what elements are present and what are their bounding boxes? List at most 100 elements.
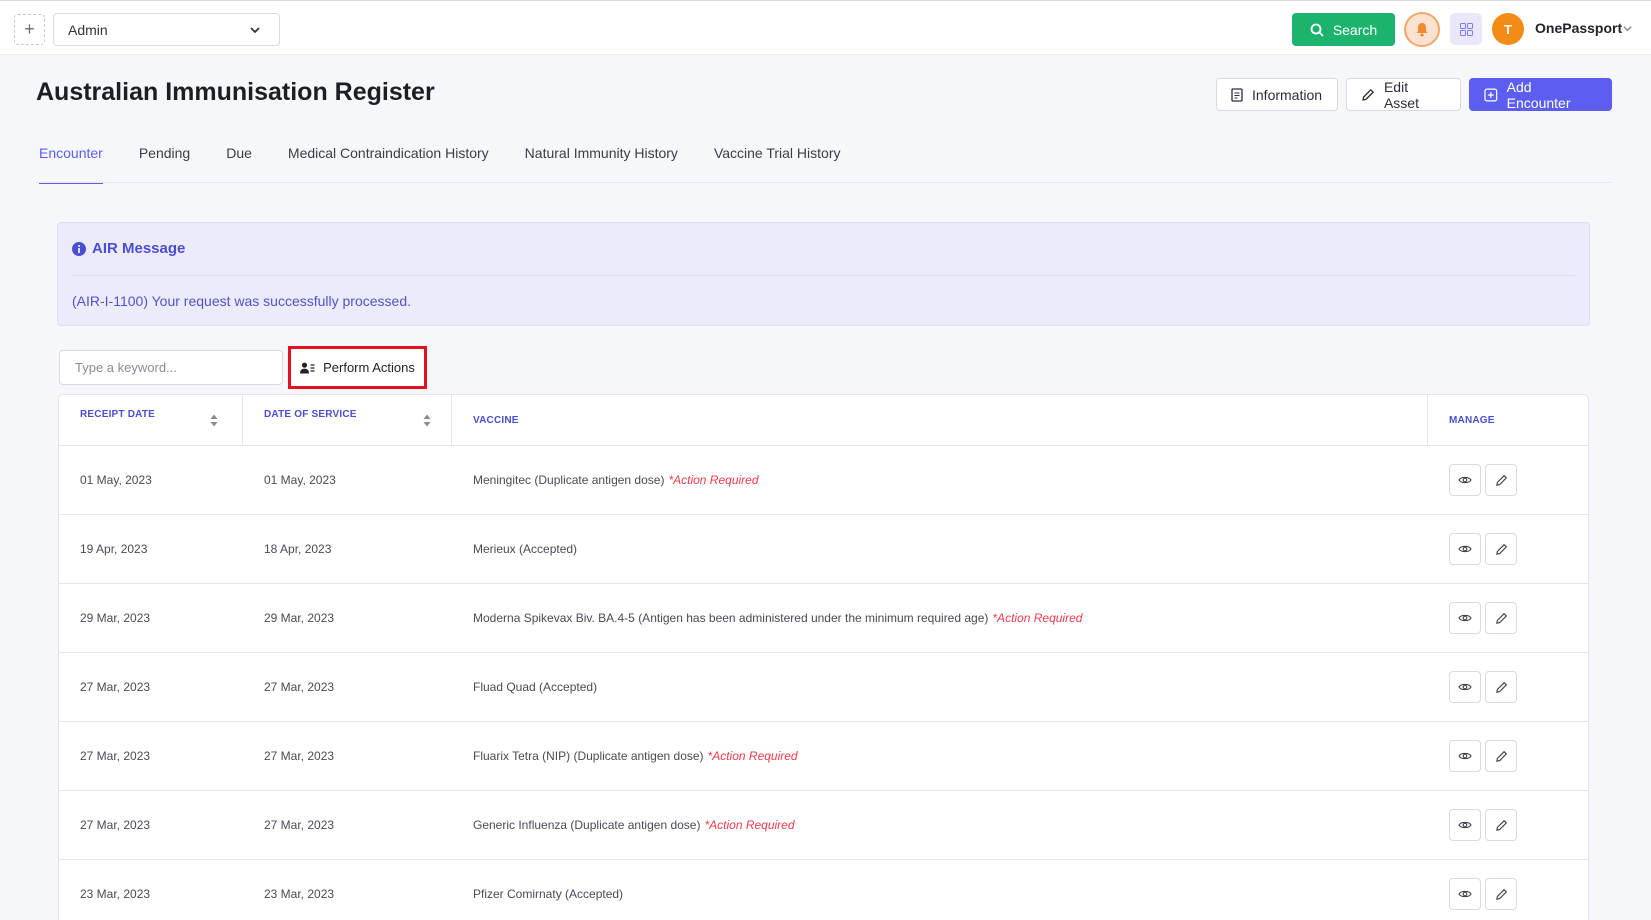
- view-button[interactable]: [1449, 464, 1481, 496]
- eye-icon: [1458, 614, 1472, 622]
- perform-actions-button[interactable]: Perform Actions: [288, 346, 427, 389]
- edit-button[interactable]: [1485, 878, 1517, 910]
- action-required-flag: *Action Required: [707, 749, 798, 763]
- encounter-table: RECEIPT DATE DATE OF SERVICE VACCINE MAN…: [58, 394, 1589, 920]
- table-row: 01 May, 2023 01 May, 2023 Meningitec (Du…: [59, 446, 1588, 515]
- edit-button[interactable]: [1485, 809, 1517, 841]
- edit-asset-button[interactable]: Edit Asset: [1346, 78, 1461, 111]
- column-manage-label: MANAGE: [1449, 415, 1495, 426]
- vaccine-name: Moderna Spikevax Biv. BA.4-5 (Antigen ha…: [473, 611, 989, 625]
- document-icon: [1231, 87, 1243, 102]
- add-square-icon: [1484, 88, 1498, 101]
- edit-asset-button-label: Edit Asset: [1383, 78, 1419, 111]
- pencil-icon: [1495, 474, 1507, 486]
- user-menu[interactable]: OnePassport: [1535, 20, 1622, 36]
- date-of-service-cell: 27 Mar, 2023: [264, 749, 335, 763]
- tab-pending[interactable]: Pending: [139, 140, 190, 184]
- table-row: 23 Mar, 2023 23 Mar, 2023 Pfizer Comirna…: [59, 860, 1588, 920]
- user-list-icon: [300, 362, 315, 373]
- vaccine-cell: Fluarix Tetra (NIP) (Duplicate antigen d…: [473, 749, 798, 763]
- tab-bar: Encounter Pending Due Medical Contraindi…: [39, 140, 841, 184]
- air-message-alert: AIR Message (AIR-I-1100) Your request wa…: [57, 222, 1590, 326]
- tab-natural-immunity-history[interactable]: Natural Immunity History: [525, 140, 678, 184]
- pencil-icon: [1495, 543, 1507, 555]
- eye-icon: [1458, 545, 1472, 553]
- pencil-icon: [1495, 750, 1507, 762]
- add-encounter-button[interactable]: Add Encounter: [1469, 78, 1612, 111]
- search-button-label: Search: [1332, 21, 1378, 38]
- vaccine-cell: Meningitec (Duplicate antigen dose) *Acti…: [473, 473, 759, 487]
- vaccine-cell: Generic Influenza (Duplicate antigen dos…: [473, 818, 795, 832]
- plus-icon: +: [24, 19, 35, 39]
- information-button[interactable]: Information: [1216, 78, 1338, 111]
- table-row: 29 Mar, 2023 29 Mar, 2023 Moderna Spikev…: [59, 584, 1588, 653]
- vaccine-name: Fluarix Tetra (NIP) (Duplicate antigen d…: [473, 749, 704, 763]
- vaccine-cell: Pfizer Comirnaty (Accepted): [473, 887, 627, 901]
- column-vaccine: VACCINE: [452, 395, 1428, 446]
- tab-due[interactable]: Due: [226, 140, 252, 184]
- view-button[interactable]: [1449, 878, 1481, 910]
- view-button[interactable]: [1449, 740, 1481, 772]
- table-row: 27 Mar, 2023 27 Mar, 2023 Fluarix Tetra …: [59, 722, 1588, 791]
- apps-grid-icon: [1459, 22, 1473, 36]
- column-date-of-service-label: DATE OF SERVICE: [264, 409, 357, 420]
- workspace-select[interactable]: Admin: [53, 13, 280, 46]
- view-button[interactable]: [1449, 671, 1481, 703]
- eye-icon: [1458, 752, 1472, 760]
- tab-medical-contraindication-history[interactable]: Medical Contraindication History: [288, 140, 489, 184]
- view-button[interactable]: [1449, 809, 1481, 841]
- column-receipt-date-label: RECEIPT DATE: [80, 409, 155, 420]
- table-row: 19 Apr, 2023 18 Apr, 2023 Merieux (Accep…: [59, 515, 1588, 584]
- notifications-button[interactable]: [1404, 12, 1440, 47]
- info-circle-icon: [72, 241, 86, 256]
- column-date-of-service[interactable]: DATE OF SERVICE: [243, 395, 452, 446]
- pencil-icon: [1362, 88, 1375, 101]
- edit-button[interactable]: [1485, 740, 1517, 772]
- action-required-flag: *Action Required: [992, 611, 1083, 625]
- pencil-icon: [1495, 888, 1507, 900]
- sort-icon[interactable]: [423, 414, 431, 427]
- receipt-date-cell: 01 May, 2023: [80, 473, 152, 487]
- chevron-down-icon: [250, 27, 260, 34]
- table-row: 27 Mar, 2023 27 Mar, 2023 Fluad Quad (Ac…: [59, 653, 1588, 722]
- edit-button[interactable]: [1485, 533, 1517, 565]
- pencil-icon: [1495, 612, 1507, 624]
- date-of-service-cell: 01 May, 2023: [264, 473, 336, 487]
- apps-button[interactable]: [1450, 13, 1482, 45]
- action-required-flag: *Action Required: [704, 818, 795, 832]
- edit-button[interactable]: [1485, 464, 1517, 496]
- workspace-select-value: Admin: [68, 21, 108, 38]
- avatar[interactable]: T: [1492, 13, 1524, 45]
- chevron-down-icon[interactable]: [1622, 23, 1633, 34]
- date-of-service-cell: 27 Mar, 2023: [264, 818, 335, 832]
- edit-button[interactable]: [1485, 671, 1517, 703]
- date-of-service-cell: 29 Mar, 2023: [264, 611, 335, 625]
- add-button[interactable]: +: [14, 14, 45, 45]
- edit-button[interactable]: [1485, 602, 1517, 634]
- eye-icon: [1458, 821, 1472, 829]
- top-bar: + Admin Search T OnePassport: [0, 0, 1651, 55]
- tab-encounter[interactable]: Encounter: [39, 140, 103, 184]
- page-title: Australian Immunisation Register: [36, 78, 435, 106]
- vaccine-name: Generic Influenza (Duplicate antigen dos…: [473, 818, 701, 832]
- column-manage: MANAGE: [1428, 395, 1588, 446]
- alert-title: AIR Message: [92, 240, 186, 257]
- vaccine-name: Fluad Quad (Accepted): [473, 680, 598, 694]
- date-of-service-cell: 18 Apr, 2023: [264, 542, 332, 556]
- eye-icon: [1458, 476, 1472, 484]
- receipt-date-cell: 19 Apr, 2023: [80, 542, 148, 556]
- vaccine-cell: Merieux (Accepted): [473, 542, 581, 556]
- view-button[interactable]: [1449, 533, 1481, 565]
- search-icon: [1310, 23, 1324, 37]
- column-receipt-date[interactable]: RECEIPT DATE: [59, 395, 243, 446]
- tab-divider: [36, 182, 1612, 183]
- vaccine-name: Pfizer Comirnaty (Accepted): [473, 887, 624, 901]
- action-required-flag: *Action Required: [668, 473, 759, 487]
- pencil-icon: [1495, 681, 1507, 693]
- search-button[interactable]: Search: [1292, 13, 1395, 46]
- keyword-search-input[interactable]: [59, 350, 283, 385]
- tab-vaccine-trial-history[interactable]: Vaccine Trial History: [714, 140, 841, 184]
- sort-icon[interactable]: [210, 414, 218, 427]
- view-button[interactable]: [1449, 602, 1481, 634]
- date-of-service-cell: 27 Mar, 2023: [264, 680, 335, 694]
